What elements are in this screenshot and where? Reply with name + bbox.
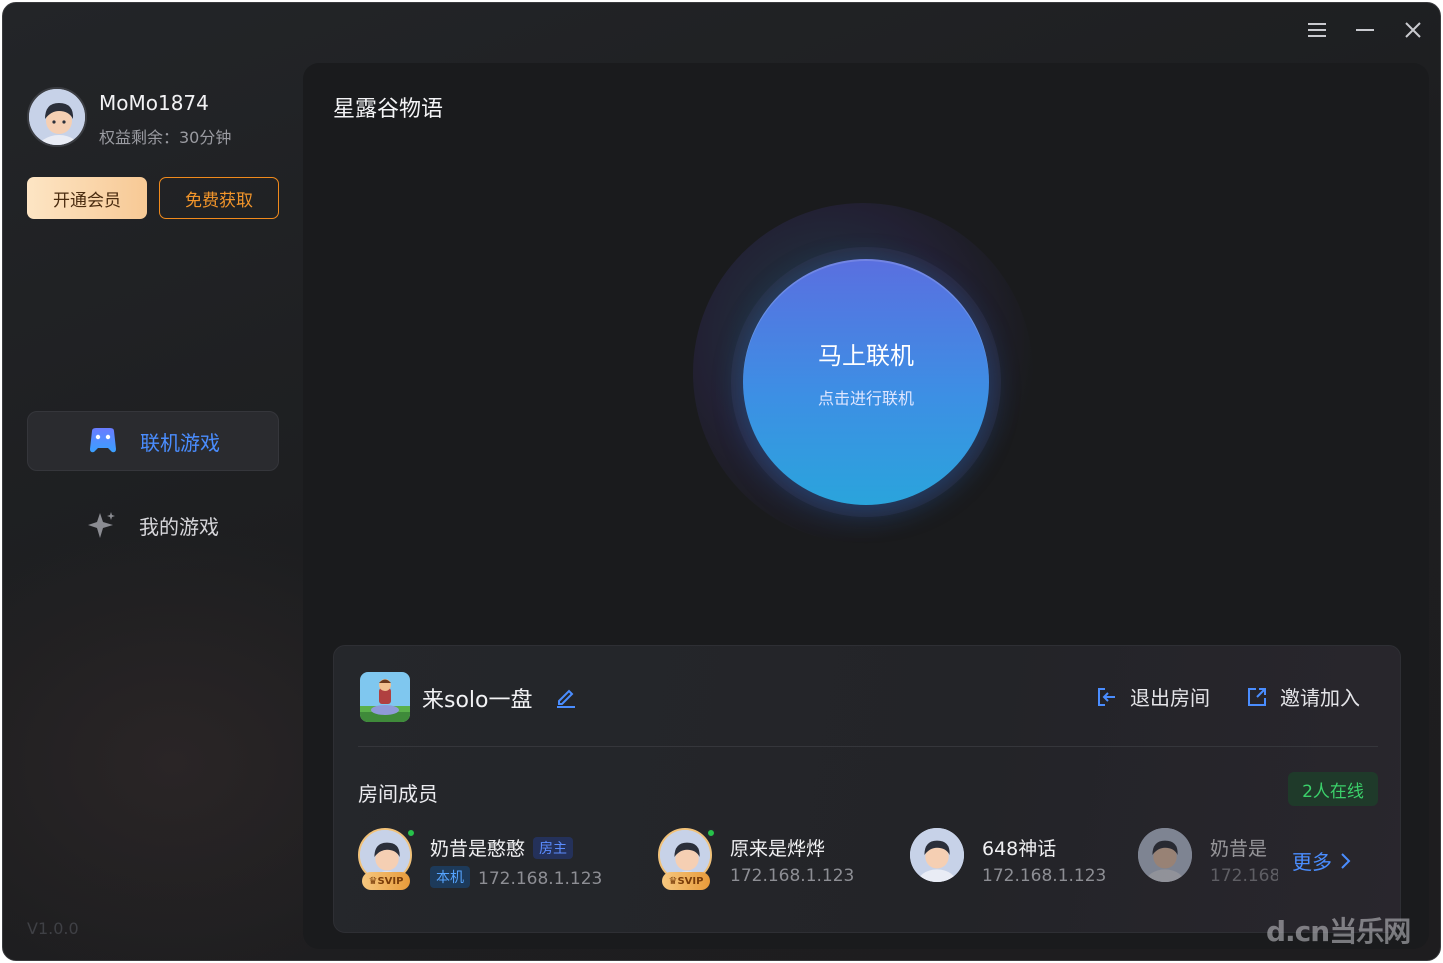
svip-badge: ♛ SVIP: [362, 872, 410, 890]
sparkle-icon: [87, 510, 117, 540]
quota-remaining: 权益剩余：30分钟: [99, 128, 232, 147]
connect-subtitle: 点击进行联机: [817, 388, 914, 408]
members-title: 房间成员: [358, 782, 438, 806]
online-status-dot: [706, 828, 716, 838]
edit-icon[interactable]: [554, 684, 578, 708]
menu-icon[interactable]: [1304, 17, 1330, 43]
online-status-dot: [406, 828, 416, 838]
exit-icon: [1098, 687, 1115, 706]
member-avatar: [1138, 828, 1192, 882]
member-ip: 172.168: [1210, 866, 1278, 886]
member-ip: 172.168.1.123: [730, 866, 855, 886]
svip-badge: ♛ SVIP: [662, 872, 710, 890]
window-controls: [1304, 17, 1426, 43]
more-label: 更多: [1292, 850, 1332, 874]
username: MoMo1874: [99, 91, 209, 115]
room-card: 来solo一盘 退出房间 邀请加入 房间成员 2人在线 ♛ SVIP 奶昔是憨憨…: [333, 645, 1401, 933]
chevron-right-icon: [1341, 852, 1351, 869]
sidebar: MoMo1874 权益剩余：30分钟 开通会员 免费获取 联机游戏 我的游戏 V…: [3, 3, 303, 960]
gamepad-icon: [88, 426, 118, 456]
nav-item-my-games[interactable]: 我的游戏: [27, 495, 279, 555]
member-item[interactable]: ♛ SVIP 奶昔是憨憨 房主 本机 172.168.1.123: [358, 828, 638, 898]
divider: [358, 746, 1378, 747]
member-item[interactable]: ♛ SVIP 原来是烨烨 172.168.1.123: [658, 828, 888, 898]
host-badge: 房主: [533, 837, 574, 859]
member-ip: 172.168.1.123: [982, 866, 1107, 886]
connect-title: 马上联机: [818, 341, 914, 370]
local-badge: 本机: [430, 866, 470, 888]
member-name: 原来是烨烨: [730, 838, 826, 860]
minimize-icon[interactable]: [1352, 17, 1378, 43]
member-name: 奶昔是憨憨: [430, 838, 526, 860]
vip-button[interactable]: 开通会员: [27, 177, 147, 219]
user-avatar[interactable]: [27, 87, 87, 147]
member-name: 648神话: [982, 838, 1057, 860]
nav-label-online-games: 联机游戏: [140, 430, 220, 455]
watermark: d.cn当乐网: [1266, 915, 1411, 948]
member-ip: 172.168.1.123: [478, 869, 603, 889]
exit-room-label: 退出房间: [1130, 686, 1210, 710]
game-title: 星露谷物语: [333, 97, 444, 122]
free-get-button[interactable]: 免费获取: [159, 177, 279, 219]
exit-room-button[interactable]: 退出房间: [1096, 682, 1210, 711]
app-version: V1.0.0: [27, 919, 79, 938]
room-name: 来solo一盘: [422, 688, 533, 713]
main-panel: 星露谷物语 马上联机 点击进行联机 来solo一盘 退出房间 邀请加入 房间成员…: [303, 63, 1429, 949]
close-icon[interactable]: [1400, 17, 1426, 43]
member-item[interactable]: 648神话 172.168.1.123: [910, 828, 1130, 898]
connect-now-button[interactable]: 马上联机 点击进行联机: [743, 259, 989, 505]
online-count-badge: 2人在线: [1288, 772, 1378, 806]
member-item[interactable]: 奶昔是 172.168: [1138, 828, 1278, 898]
nav-label-my-games: 我的游戏: [139, 514, 219, 539]
more-members-button[interactable]: 更多: [1292, 846, 1352, 875]
member-avatar: [910, 828, 964, 882]
share-icon: [1248, 687, 1266, 706]
game-thumbnail: [360, 672, 410, 722]
member-name: 奶昔是: [1210, 838, 1268, 860]
invite-label: 邀请加入: [1280, 686, 1360, 710]
app-window: MoMo1874 权益剩余：30分钟 开通会员 免费获取 联机游戏 我的游戏 V…: [2, 2, 1441, 961]
nav-item-online-games[interactable]: 联机游戏: [27, 411, 279, 471]
invite-button[interactable]: 邀请加入: [1246, 682, 1360, 711]
